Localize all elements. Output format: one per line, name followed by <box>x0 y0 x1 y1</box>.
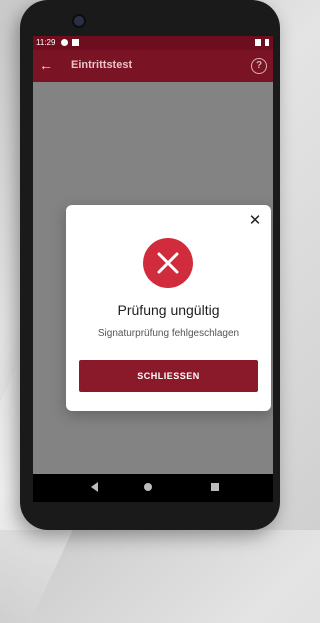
status-bar: 11:29 <box>33 36 273 50</box>
help-icon[interactable]: ? <box>251 58 267 74</box>
error-x-icon <box>143 238 193 288</box>
signal-icon <box>255 39 261 46</box>
battery-icon <box>265 39 269 46</box>
status-time: 11:29 <box>36 38 56 47</box>
nav-recent-icon[interactable] <box>211 483 219 491</box>
nav-back-icon[interactable] <box>91 482 98 492</box>
dialog-title: Prüfung ungültig <box>117 302 220 318</box>
back-arrow-icon[interactable]: ← <box>39 57 53 73</box>
close-icon[interactable]: ✕ <box>247 213 263 229</box>
phone-frame: 11:29 ← Eintrittstest ? ✕ Prüfung ungült… <box>20 0 280 530</box>
page-title: Eintrittstest <box>71 59 133 71</box>
navigation-bar <box>33 474 273 502</box>
front-camera <box>72 14 86 28</box>
close-button[interactable]: SCHLIESSEN <box>79 360 258 392</box>
nav-home-icon[interactable] <box>144 483 152 491</box>
error-dialog: ✕ Prüfung ungültig Signaturprüfung fehlg… <box>66 205 271 411</box>
dialog-message: Signaturprüfung fehlgeschlagen <box>97 328 240 339</box>
app-bar: ← Eintrittstest ? <box>33 50 273 82</box>
screen: 11:29 ← Eintrittstest ? ✕ Prüfung ungült… <box>33 36 273 502</box>
sim-icon <box>72 39 79 46</box>
notification-icon <box>61 39 68 46</box>
